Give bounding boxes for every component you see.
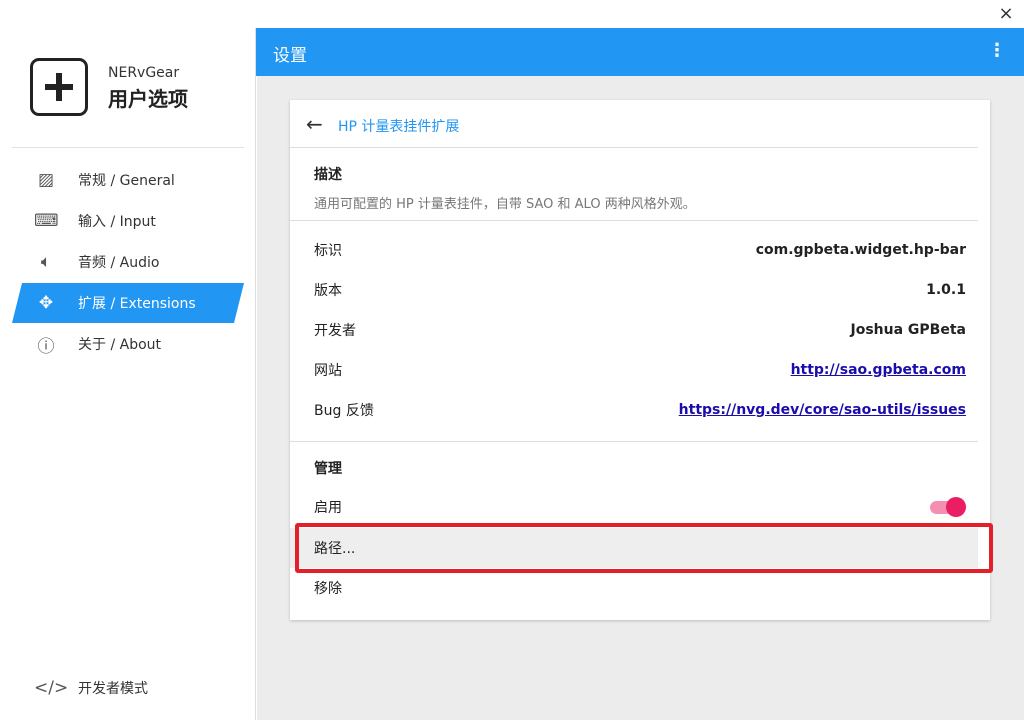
divider [290,147,978,148]
info-icon: ⓘ [37,336,55,357]
info-value: Joshua GPBeta [850,322,966,338]
app-logo-icon [30,58,88,116]
speaker-icon: 🔈︎ [40,252,52,272]
path-label: 路径... [314,541,356,557]
sidebar-item-input[interactable]: ⌨ 输入 / Input [12,201,244,241]
info-label: 版本 [314,283,342,299]
sidebar-item-label: 开发者模式 [78,681,148,697]
info-label: 网站 [314,363,342,379]
info-row-id: 标识 com.gpbeta.widget.hp-bar [290,230,978,270]
website-link[interactable]: http://sao.gpbeta.com [791,362,966,378]
info-row-website: 网站 http://sao.gpbeta.com [290,350,978,390]
extension-detail-card: ← HP 计量表挂件扩展 描述 通用可配置的 HP 计量表挂件，自带 SAO 和… [290,100,990,620]
divider [12,147,244,148]
image-icon: ▨ [37,170,55,190]
sidebar-item-label: 音频 / Audio [78,255,160,271]
remove-label: 移除 [314,581,342,597]
divider [290,220,978,221]
app-header: 设置 ⋮ [256,28,1024,76]
main-content: ← HP 计量表挂件扩展 描述 通用可配置的 HP 计量表挂件，自带 SAO 和… [257,76,1024,720]
sidebar-item-about[interactable]: ⓘ 关于 / About [12,324,244,364]
puzzle-icon: ✥ [38,293,54,313]
app-title: 用户选项 [108,87,188,111]
sidebar-item-extensions[interactable]: ✥ 扩展 / Extensions [12,283,244,323]
enable-label: 启用 [314,500,342,516]
info-label: 标识 [314,243,342,259]
sidebar-item-label: 输入 / Input [78,214,156,230]
info-row-developer: 开发者 Joshua GPBeta [290,310,978,350]
enable-toggle[interactable] [928,497,966,517]
path-button[interactable]: 路径... [290,528,978,568]
sidebar-item-label: 常规 / General [78,173,175,189]
enable-row[interactable]: 启用 [290,487,978,527]
more-menu-icon[interactable]: ⋮ [988,40,1006,61]
close-icon[interactable]: × [996,2,1016,26]
keyboard-icon: ⌨ [34,211,59,231]
title-bar: × [0,0,1024,28]
info-row-bug-report: Bug 反馈 https://nvg.dev/core/sao-utils/iss… [290,390,978,430]
back-arrow-icon[interactable]: ← [306,112,323,136]
info-row-version: 版本 1.0.1 [290,270,978,310]
manage-heading: 管理 [314,461,342,477]
sidebar-item-audio[interactable]: 🔈︎ 音频 / Audio [12,242,244,282]
sidebar-item-label: 扩展 / Extensions [78,296,196,312]
divider [290,441,978,442]
info-value: com.gpbeta.widget.hp-bar [755,242,966,258]
code-icon: </> [34,678,69,698]
info-label: 开发者 [314,323,356,339]
info-value: 1.0.1 [926,282,966,298]
sidebar-item-general[interactable]: ▨ 常规 / General [12,160,244,200]
sidebar-item-label: 关于 / About [78,337,162,353]
bug-report-link[interactable]: https://nvg.dev/core/sao-utils/issues [679,402,966,418]
sidebar: NERvGear 用户选项 ▨ 常规 / General ⌨ 输入 / Input … [0,28,256,720]
extension-title: HP 计量表挂件扩展 [338,119,460,135]
description-heading: 描述 [314,167,342,183]
info-label: Bug 反馈 [314,403,374,419]
brand-name: NERvGear [108,65,180,81]
page-title: 设置 [273,46,307,66]
remove-button[interactable]: 移除 [290,568,978,608]
sidebar-item-dev-mode[interactable]: </> 开发者模式 [12,668,244,708]
description-text: 通用可配置的 HP 计量表挂件，自带 SAO 和 ALO 两种风格外观。 [314,197,696,212]
